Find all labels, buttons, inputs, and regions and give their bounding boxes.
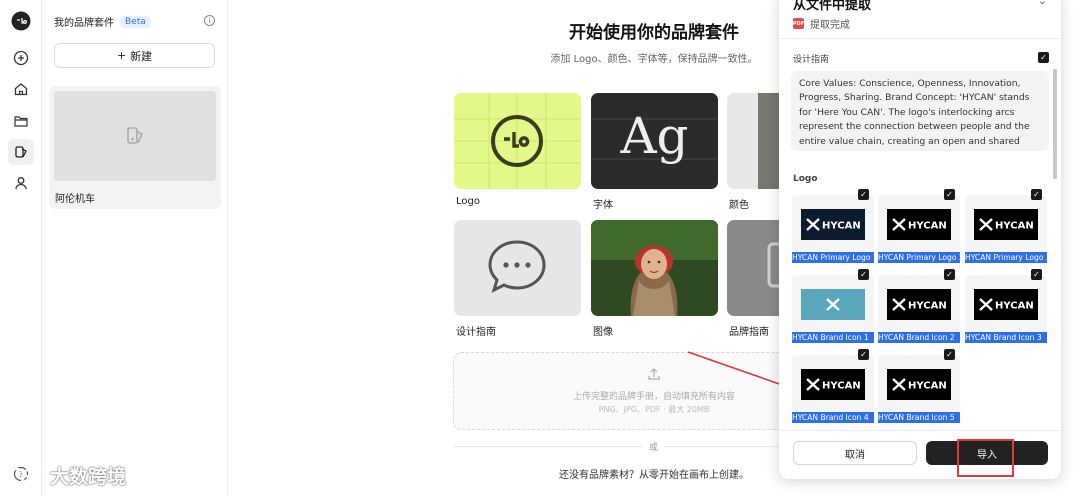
logo-checkbox[interactable]: ✓	[1031, 189, 1042, 200]
logo-thumbnail: HYCAN	[974, 289, 1038, 320]
guide-checkbox[interactable]: ✓	[1038, 52, 1049, 63]
guide-text: Core Values: Conscience, Openness, Innov…	[791, 71, 1049, 151]
logo-thumbnail: HYCAN	[887, 369, 951, 400]
logo-item[interactable]: ✓	[792, 269, 874, 333]
hycan-logo-mark: HYCAN	[892, 298, 947, 312]
logo-wordmark: HYCAN	[822, 221, 861, 232]
logo-checkbox[interactable]: ✓	[858, 269, 869, 280]
pdf-icon: PDF	[793, 18, 804, 29]
logo-checkbox[interactable]: ✓	[944, 269, 955, 280]
watermark-logo-icon	[9, 467, 42, 484]
logo-checkbox[interactable]: ✓	[944, 189, 955, 200]
logo-thumbnail: HYCAN	[801, 369, 865, 400]
highlight-box	[957, 439, 1014, 477]
logo-wordmark: HYCAN	[995, 221, 1034, 232]
hycan-logo-mark: HYCAN	[806, 378, 861, 392]
extract-panel: 从文件中提取 ⌄ PDF 提取完成 设计指南 ✓ Core Values: Co…	[779, 0, 1061, 479]
logo-thumbnail: HYCAN	[974, 209, 1038, 240]
logo-wordmark: HYCAN	[822, 381, 861, 392]
logo-caption[interactable]: HYCAN Brand Icon 5	[878, 412, 960, 423]
extract-status: PDF 提取完成	[793, 16, 850, 31]
logo-caption[interactable]: HYCAN Brand Icon 2	[878, 332, 960, 343]
watermark: 大数跨境	[8, 462, 126, 489]
logo-thumbnail: HYCAN	[887, 209, 951, 240]
hycan-logo-mark: HYCAN	[979, 218, 1034, 232]
logo-checkbox[interactable]: ✓	[1031, 269, 1042, 280]
logo-checkbox[interactable]: ✓	[858, 189, 869, 200]
watermark-text: 大数跨境	[50, 466, 127, 488]
hycan-logo-mark: HYCAN	[892, 378, 947, 392]
logo-thumbnail: HYCAN	[887, 289, 951, 320]
panel-scrollbar[interactable]	[1053, 69, 1057, 179]
logo-item[interactable]: HYCAN ✓	[965, 269, 1047, 333]
logo-checkbox[interactable]: ✓	[944, 349, 955, 360]
logo-wordmark: HYCAN	[995, 301, 1034, 312]
logo-item[interactable]: HYCAN ✓	[965, 189, 1047, 253]
hycan-logo-mark: HYCAN	[892, 218, 947, 232]
guide-section-label: 设计指南	[793, 55, 830, 65]
logo-caption[interactable]: HYCAN Brand Icon 4	[792, 412, 874, 423]
logo-wordmark: HYCAN	[908, 301, 947, 312]
logo-item[interactable]: HYCAN ✓	[878, 189, 960, 253]
logo-caption[interactable]: HYCAN Brand Icon 1	[792, 332, 874, 343]
panel-divider	[779, 38, 1061, 39]
logo-checkbox[interactable]: ✓	[858, 349, 869, 360]
logo-caption[interactable]: HYCAN Primary Logo 2	[878, 252, 960, 263]
logo-wordmark: HYCAN	[908, 221, 947, 232]
chevron-down-icon[interactable]: ⌄	[1038, 0, 1047, 7]
logo-item[interactable]: HYCAN ✓	[878, 269, 960, 333]
logo-wordmark: HYCAN	[908, 381, 947, 392]
logo-thumbnail: HYCAN	[801, 209, 865, 240]
panel-title: 从文件中提取	[793, 0, 872, 13]
logo-item[interactable]: HYCAN ✓	[878, 349, 960, 413]
logo-item[interactable]: HYCAN ✓	[792, 189, 874, 253]
logo-caption[interactable]: HYCAN Brand Icon 3	[965, 332, 1047, 343]
logo-thumbnail	[801, 289, 865, 320]
logo-section-label: Logo	[793, 174, 818, 184]
logo-item[interactable]: HYCAN ✓	[792, 349, 874, 413]
hycan-logo-mark: HYCAN	[979, 298, 1034, 312]
cancel-button[interactable]: 取消	[793, 441, 917, 465]
hycan-logo-mark: HYCAN	[806, 218, 861, 232]
logo-caption[interactable]: HYCAN Primary Logo 1	[792, 252, 874, 263]
extract-status-text: 提取完成	[810, 20, 850, 31]
logo-caption[interactable]: HYCAN Primary Logo 3	[965, 252, 1047, 263]
hycan-logo-mark	[826, 298, 840, 311]
panel-footer: 取消 导入	[779, 430, 1061, 479]
